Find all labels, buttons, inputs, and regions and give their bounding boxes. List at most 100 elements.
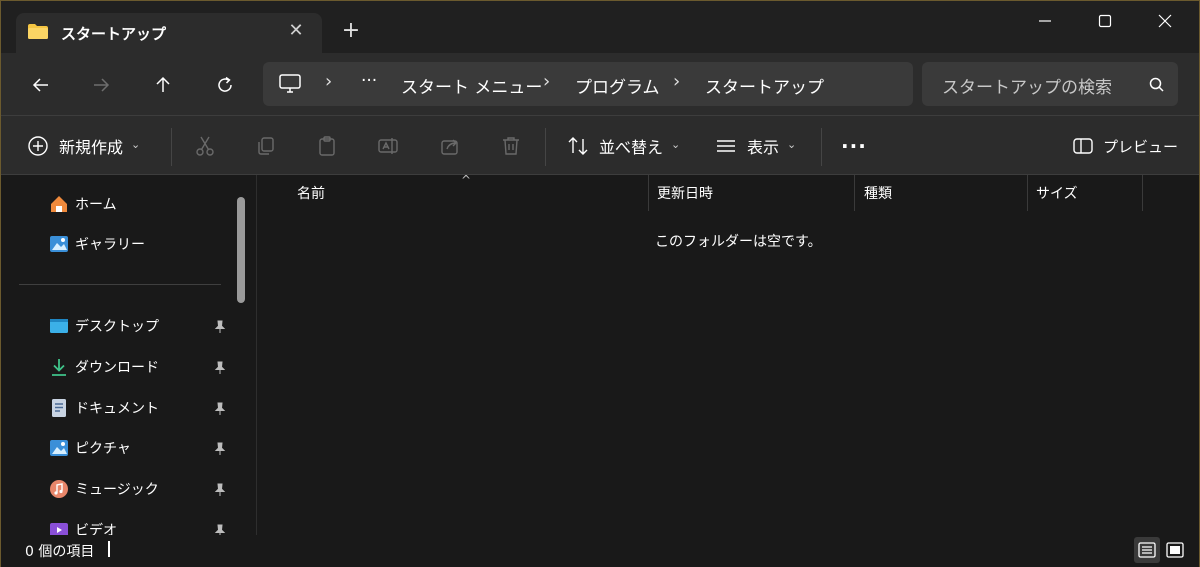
column-label: 更新日時 [657, 186, 713, 202]
maximize-button[interactable] [1083, 7, 1127, 35]
sort-icon [568, 137, 588, 155]
more-icon: ··· [841, 134, 867, 158]
column-label: 名前 [297, 186, 325, 202]
column-divider[interactable] [1142, 175, 1143, 211]
breadcrumb-separator[interactable]: › [543, 71, 550, 92]
plus-circle-icon [28, 136, 48, 156]
refresh-button[interactable] [209, 69, 241, 101]
up-button[interactable] [147, 69, 179, 101]
computer-icon [279, 74, 301, 93]
sidebar-item-label: ダウンロード [75, 360, 159, 376]
sidebar-item-label: ピクチャ [75, 441, 131, 457]
sidebar-item-music[interactable]: ミュージック [49, 474, 239, 504]
sidebar-item-home[interactable]: ホーム [49, 189, 239, 219]
column-divider[interactable] [1027, 175, 1028, 211]
arrow-up-icon [156, 76, 170, 92]
status-separator [108, 541, 110, 557]
pin-icon[interactable] [213, 320, 227, 334]
copy-button[interactable] [254, 134, 278, 158]
title-bar: スタートアップ ✕ + [1, 1, 1199, 53]
sidebar-item-videos[interactable]: ビデオ [49, 515, 239, 535]
pin-icon[interactable] [213, 524, 227, 535]
document-icon [49, 398, 69, 418]
video-icon [49, 520, 69, 535]
forward-button[interactable] [85, 69, 117, 101]
pin-icon[interactable] [213, 361, 227, 375]
desktop-icon [49, 316, 69, 336]
minimize-button[interactable] [1023, 7, 1067, 35]
delete-button[interactable] [499, 134, 523, 158]
sidebar-item-documents[interactable]: ドキュメント [49, 393, 239, 423]
preview-pane-button[interactable]: プレビュー [1073, 116, 1178, 176]
preview-pane-icon [1073, 138, 1093, 154]
navigation-bar: › ··· スタート メニュー › プログラム › スタートアップ スタートアッ… [1, 53, 1199, 115]
search-box[interactable]: スタートアップの検索 [922, 62, 1178, 106]
sort-label: 並べ替え [599, 138, 664, 157]
item-count: 0 個の項目 [25, 544, 95, 560]
gallery-icon [49, 234, 69, 254]
large-icons-view-button[interactable] [1162, 537, 1188, 563]
large-icons-view-icon [1166, 542, 1184, 558]
breadcrumb-programs[interactable]: プログラム [575, 73, 660, 98]
column-header-name[interactable]: 名前 [297, 175, 647, 211]
file-explorer-window: スタートアップ ✕ + › ··· スタート メニュー › プログラム › スタ… [0, 0, 1200, 567]
sort-button[interactable]: 並べ替え ⌄ [567, 116, 680, 176]
new-label: 新規作成 [59, 138, 124, 157]
sidebar-item-downloads[interactable]: ダウンロード [49, 352, 239, 382]
rename-icon [378, 138, 398, 154]
breadcrumb-separator[interactable]: › [673, 71, 680, 92]
close-tab-icon[interactable]: ✕ [284, 19, 308, 43]
divider [171, 128, 172, 166]
sidebar-item-desktop[interactable]: デスクトップ [49, 311, 239, 341]
chevron-down-icon: ⌄ [131, 138, 141, 151]
copy-icon [258, 137, 274, 155]
sidebar-divider [19, 284, 221, 285]
back-button[interactable] [25, 69, 57, 101]
details-view-icon [1138, 542, 1156, 558]
breadcrumb-startup[interactable]: スタートアップ [705, 73, 824, 98]
column-header-size[interactable]: サイズ [1036, 175, 1141, 211]
arrow-right-icon [94, 78, 110, 92]
column-divider[interactable] [854, 175, 855, 211]
column-header-modified[interactable]: 更新日時 [657, 175, 853, 211]
breadcrumb-separator[interactable]: › [325, 71, 332, 92]
search-input[interactable]: スタートアップの検索 [942, 73, 1112, 98]
new-tab-button[interactable]: + [339, 19, 363, 43]
search-icon [1149, 77, 1164, 92]
pin-icon[interactable] [213, 483, 227, 497]
sidebar-item-label: デスクトップ [75, 319, 159, 335]
share-button[interactable] [438, 134, 462, 158]
pin-icon[interactable] [213, 402, 227, 416]
sidebar-item-label: ビデオ [75, 523, 117, 535]
view-button[interactable]: 表示 ⌄ [715, 116, 796, 176]
paste-button[interactable] [315, 134, 339, 158]
more-options-button[interactable]: ··· [841, 116, 867, 176]
sidebar-item-pictures[interactable]: ピクチャ [49, 433, 239, 463]
minimize-icon [1039, 20, 1051, 22]
rename-button[interactable] [376, 134, 400, 158]
cut-button[interactable] [193, 134, 217, 158]
tab-startup[interactable]: スタートアップ ✕ [16, 13, 322, 53]
arrow-left-icon [32, 78, 48, 92]
divider [545, 128, 546, 166]
chevron-down-icon: ⌄ [671, 138, 681, 151]
file-list: ^ 名前 更新日時 種類 サイズ このフォルダーは空です。 [257, 173, 1199, 535]
view-list-icon [717, 140, 735, 152]
column-header-type[interactable]: 種類 [864, 175, 1026, 211]
status-bar: 0 個の項目 [1, 535, 1199, 567]
navigation-pane: ホーム ギャラリー デスクトップ ダウンロード ドキュメント ピクチャ ミュージ… [1, 175, 256, 535]
breadcrumb-start-menu[interactable]: スタート メニュー [401, 73, 542, 98]
close-window-button[interactable] [1143, 7, 1187, 35]
sidebar-item-label: ギャラリー [75, 237, 145, 253]
details-view-button[interactable] [1134, 537, 1160, 563]
breadcrumb-overflow[interactable]: ··· [361, 71, 377, 91]
new-button[interactable]: 新規作成 ⌄ [27, 116, 140, 176]
folder-icon [28, 24, 48, 39]
sidebar-scrollbar[interactable] [237, 197, 245, 303]
sidebar-item-gallery[interactable]: ギャラリー [49, 229, 239, 259]
download-icon [49, 357, 69, 377]
pin-icon[interactable] [213, 442, 227, 456]
column-divider[interactable] [648, 175, 649, 211]
address-bar[interactable]: › ··· スタート メニュー › プログラム › スタートアップ [263, 62, 913, 106]
empty-folder-message: このフォルダーは空です。 [655, 234, 822, 250]
